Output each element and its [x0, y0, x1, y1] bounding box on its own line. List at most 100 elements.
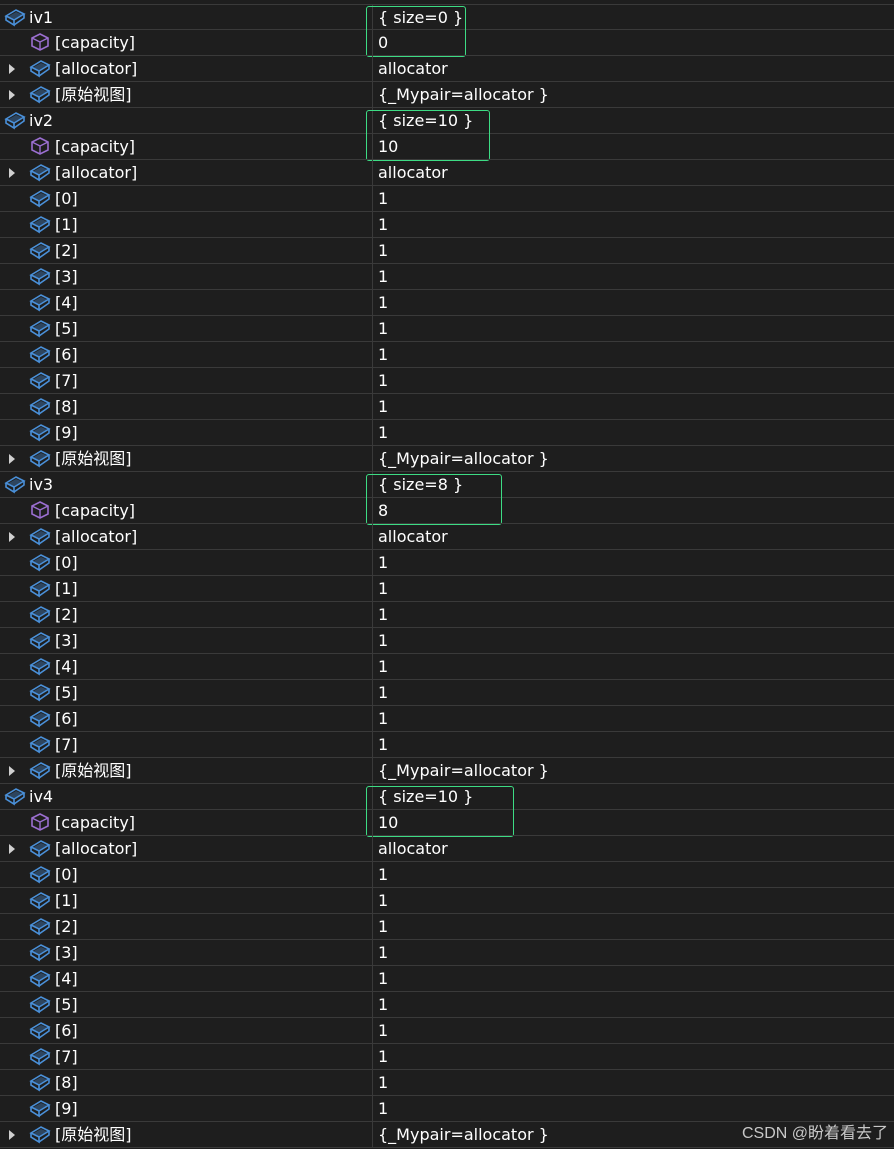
field-icon: [29, 604, 51, 624]
value-cell[interactable]: 1: [374, 914, 388, 939]
member-row[interactable]: [5] 1: [0, 316, 894, 342]
value-cell[interactable]: allocator: [374, 524, 448, 549]
member-row[interactable]: [6] 1: [0, 706, 894, 732]
value-cell[interactable]: 1: [374, 290, 388, 315]
member-row[interactable]: [allocator] allocator: [0, 836, 894, 862]
value-cell[interactable]: allocator: [374, 160, 448, 185]
value-cell[interactable]: 1: [374, 888, 388, 913]
value-cell[interactable]: { size=10 }: [374, 784, 473, 809]
expand-arrow-icon[interactable]: [9, 844, 15, 854]
value-cell[interactable]: 1: [374, 1044, 388, 1069]
value-cell[interactable]: 1: [374, 316, 388, 341]
variable-name: [4]: [55, 969, 78, 988]
member-row[interactable]: [4] 1: [0, 290, 894, 316]
variable-row[interactable]: iv1 { size=0 }: [0, 4, 894, 30]
variable-row[interactable]: iv4 { size=10 }: [0, 784, 894, 810]
member-row[interactable]: [7] 1: [0, 732, 894, 758]
member-row[interactable]: [7] 1: [0, 1044, 894, 1070]
value-cell[interactable]: 1: [374, 420, 388, 445]
member-row[interactable]: [1] 1: [0, 212, 894, 238]
member-row[interactable]: [capacity] 10: [0, 134, 894, 160]
member-row[interactable]: [3] 1: [0, 628, 894, 654]
value-cell[interactable]: 1: [374, 342, 388, 367]
member-row[interactable]: [capacity] 10: [0, 810, 894, 836]
member-row[interactable]: [7] 1: [0, 368, 894, 394]
member-row[interactable]: [3] 1: [0, 940, 894, 966]
member-row[interactable]: [allocator] allocator: [0, 160, 894, 186]
expand-arrow-icon[interactable]: [9, 766, 15, 776]
member-row[interactable]: [2] 1: [0, 914, 894, 940]
value-cell[interactable]: 1: [374, 550, 388, 575]
value-cell[interactable]: 1: [374, 186, 388, 211]
value-cell[interactable]: {_Mypair=allocator }: [374, 1122, 549, 1147]
value-cell[interactable]: 1: [374, 940, 388, 965]
expand-arrow-icon[interactable]: [9, 1130, 15, 1140]
value-cell[interactable]: 1: [374, 1018, 388, 1043]
value-cell[interactable]: 1: [374, 732, 388, 757]
member-row[interactable]: [2] 1: [0, 602, 894, 628]
value-cell[interactable]: { size=8 }: [374, 472, 463, 497]
value-cell[interactable]: { size=10 }: [374, 108, 473, 133]
value-cell[interactable]: 1: [374, 992, 388, 1017]
member-row[interactable]: [allocator] allocator: [0, 56, 894, 82]
member-row[interactable]: [0] 1: [0, 862, 894, 888]
value-cell[interactable]: 1: [374, 576, 388, 601]
value-cell[interactable]: {_Mypair=allocator }: [374, 82, 549, 107]
expand-arrow-icon[interactable]: [9, 64, 15, 74]
member-row[interactable]: [原始视图] {_Mypair=allocator }: [0, 758, 894, 784]
expand-arrow-icon[interactable]: [9, 532, 15, 542]
value-cell[interactable]: 1: [374, 602, 388, 627]
value-cell[interactable]: 1: [374, 1096, 388, 1121]
value-cell[interactable]: 1: [374, 238, 388, 263]
value-cell[interactable]: 1: [374, 680, 388, 705]
variable-row[interactable]: iv2 { size=10 }: [0, 108, 894, 134]
member-row[interactable]: [capacity] 8: [0, 498, 894, 524]
value-cell[interactable]: 8: [374, 498, 388, 523]
name-cell: [7]: [0, 1044, 373, 1069]
name-cell: [capacity]: [0, 30, 373, 55]
member-row[interactable]: [4] 1: [0, 966, 894, 992]
value-cell[interactable]: 1: [374, 706, 388, 731]
value-cell[interactable]: 1: [374, 212, 388, 237]
member-row[interactable]: [0] 1: [0, 186, 894, 212]
value-cell[interactable]: 10: [374, 134, 398, 159]
value-cell[interactable]: { size=0 }: [374, 5, 463, 30]
value-cell[interactable]: 1: [374, 862, 388, 887]
value-cell[interactable]: 1: [374, 264, 388, 289]
member-row[interactable]: [1] 1: [0, 576, 894, 602]
member-row[interactable]: [9] 1: [0, 420, 894, 446]
value-cell[interactable]: allocator: [374, 56, 448, 81]
member-row[interactable]: [4] 1: [0, 654, 894, 680]
value-cell[interactable]: 1: [374, 654, 388, 679]
expand-arrow-icon[interactable]: [9, 454, 15, 464]
expand-arrow-icon[interactable]: [9, 90, 15, 100]
member-row[interactable]: [原始视图] {_Mypair=allocator }: [0, 446, 894, 472]
member-row[interactable]: [6] 1: [0, 1018, 894, 1044]
value-cell[interactable]: 1: [374, 368, 388, 393]
expand-arrow-icon[interactable]: [9, 168, 15, 178]
value-cell[interactable]: 1: [374, 1070, 388, 1095]
variable-row[interactable]: iv3 { size=8 }: [0, 472, 894, 498]
field-icon: [29, 968, 51, 988]
member-row[interactable]: [5] 1: [0, 680, 894, 706]
member-row[interactable]: [5] 1: [0, 992, 894, 1018]
value-cell[interactable]: {_Mypair=allocator }: [374, 446, 549, 471]
member-row[interactable]: [capacity] 0: [0, 30, 894, 56]
member-row[interactable]: [3] 1: [0, 264, 894, 290]
member-row[interactable]: [8] 1: [0, 1070, 894, 1096]
value-cell[interactable]: 1: [374, 628, 388, 653]
member-row[interactable]: [allocator] allocator: [0, 524, 894, 550]
value-cell[interactable]: allocator: [374, 836, 448, 861]
value-cell[interactable]: 1: [374, 394, 388, 419]
member-row[interactable]: [6] 1: [0, 342, 894, 368]
member-row[interactable]: [2] 1: [0, 238, 894, 264]
member-row[interactable]: [0] 1: [0, 550, 894, 576]
value-cell[interactable]: 1: [374, 966, 388, 991]
value-cell[interactable]: {_Mypair=allocator }: [374, 758, 549, 783]
member-row[interactable]: [8] 1: [0, 394, 894, 420]
member-row[interactable]: [1] 1: [0, 888, 894, 914]
member-row[interactable]: [原始视图] {_Mypair=allocator }: [0, 82, 894, 108]
value-cell[interactable]: 10: [374, 810, 398, 835]
value-cell[interactable]: 0: [374, 30, 388, 55]
variable-name: [6]: [55, 709, 78, 728]
